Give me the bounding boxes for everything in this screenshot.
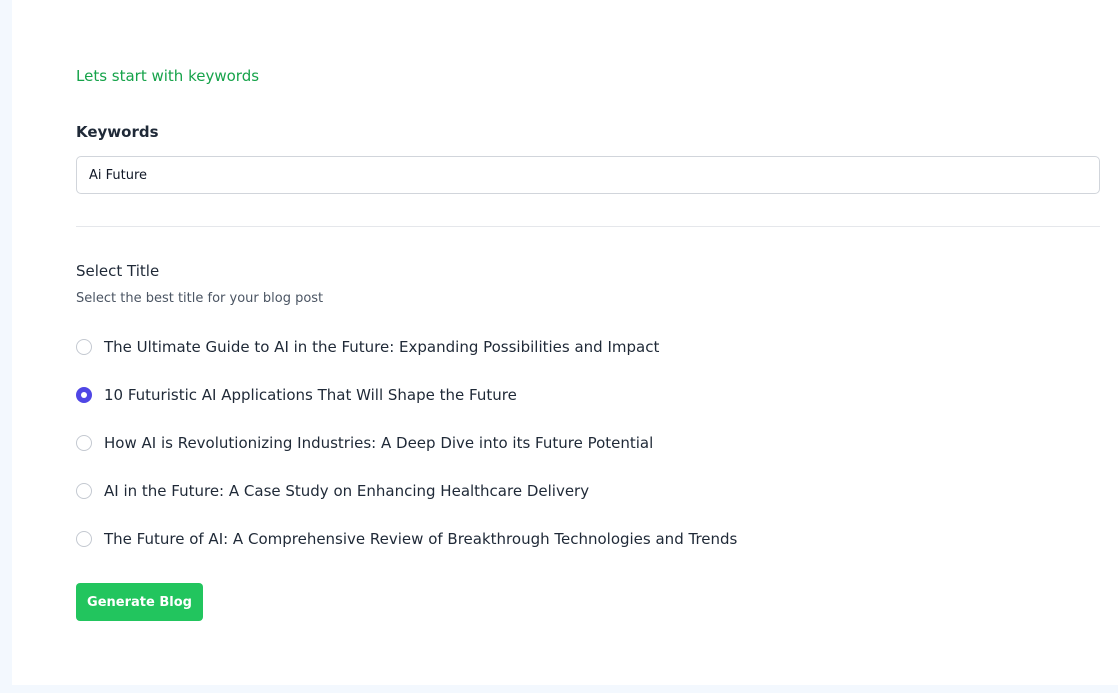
radio-button[interactable] bbox=[76, 531, 92, 547]
select-title-heading: Select Title bbox=[76, 262, 160, 280]
title-option[interactable]: 10 Futuristic AI Applications That Will … bbox=[76, 381, 1076, 429]
title-option-label[interactable]: The Future of AI: A Comprehensive Review… bbox=[104, 529, 737, 549]
title-option-label[interactable]: 10 Futuristic AI Applications That Will … bbox=[104, 385, 517, 405]
generate-blog-button[interactable]: Generate Blog bbox=[76, 583, 203, 621]
title-option[interactable]: How AI is Revolutionizing Industries: A … bbox=[76, 429, 1076, 477]
keywords-input[interactable] bbox=[76, 156, 1100, 194]
title-option-label[interactable]: The Ultimate Guide to AI in the Future: … bbox=[104, 337, 659, 357]
title-option[interactable]: The Future of AI: A Comprehensive Review… bbox=[76, 525, 1076, 573]
title-option-label[interactable]: How AI is Revolutionizing Industries: A … bbox=[104, 433, 653, 453]
keywords-label: Keywords bbox=[76, 123, 159, 141]
radio-button[interactable] bbox=[76, 339, 92, 355]
section-divider bbox=[76, 226, 1100, 227]
blog-generator-card: Lets start with keywords Keywords Select… bbox=[12, 0, 1118, 685]
select-title-subheading: Select the best title for your blog post bbox=[76, 291, 324, 306]
radio-button[interactable] bbox=[76, 435, 92, 451]
radio-button[interactable] bbox=[76, 483, 92, 499]
title-option-label[interactable]: AI in the Future: A Case Study on Enhanc… bbox=[104, 481, 589, 501]
intro-text: Lets start with keywords bbox=[76, 67, 260, 85]
title-option[interactable]: AI in the Future: A Case Study on Enhanc… bbox=[76, 477, 1076, 525]
title-options-list: The Ultimate Guide to AI in the Future: … bbox=[76, 333, 1076, 573]
radio-button[interactable] bbox=[76, 387, 92, 403]
title-option[interactable]: The Ultimate Guide to AI in the Future: … bbox=[76, 333, 1076, 381]
